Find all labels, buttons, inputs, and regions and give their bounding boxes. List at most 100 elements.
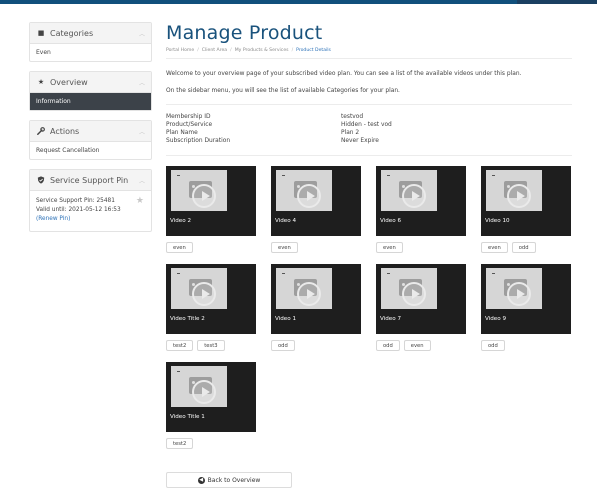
detail-value: testvod (341, 114, 364, 120)
categories-title: Categories (50, 28, 94, 38)
tag-button[interactable]: test2 (166, 340, 194, 351)
categories-panel-header[interactable]: ■ Categories ︿ (30, 23, 151, 44)
video-thumbnail[interactable]: Video Title 2 (166, 264, 256, 334)
video-title: Video Title 1 (170, 414, 205, 420)
breadcrumb-client-area[interactable]: Client Area (202, 48, 227, 53)
video-tags: even odd (481, 242, 571, 253)
tag-button[interactable]: odd (511, 242, 536, 253)
detail-label: Subscription Duration (166, 138, 231, 144)
breadcrumb-separator: / (230, 48, 232, 53)
tag-button[interactable]: test3 (197, 340, 225, 351)
tag-button[interactable]: odd (271, 340, 295, 351)
sidebar-item-even[interactable]: Even (30, 44, 151, 61)
video-thumbnail[interactable]: Video 4 (271, 166, 361, 236)
video-tags: even (271, 242, 361, 253)
support-pin-panel: Service Support Pin ︿ ★ Service Support … (29, 169, 152, 232)
video-card: Video 10 even odd (481, 166, 571, 253)
chevron-up-icon[interactable]: ︿ (139, 78, 145, 87)
placeholder-mark (492, 175, 495, 176)
video-title: Video 10 (485, 218, 510, 224)
page-title: Manage Product (166, 22, 323, 44)
back-to-overview-button[interactable]: ◀ Back to Overview (166, 472, 292, 488)
shield-icon (36, 176, 46, 184)
support-pin-panel-header[interactable]: Service Support Pin ︿ (30, 170, 151, 191)
subscription-details: Membership ID testvod Product/Service Hi… (166, 105, 572, 156)
sidebar: ■ Categories ︿ Even ★ Overview ︿ Informa… (29, 22, 152, 241)
play-icon[interactable] (507, 282, 531, 306)
breadcrumb-products[interactable]: My Products & Services (235, 48, 289, 53)
top-accent-bar (0, 0, 597, 4)
play-icon[interactable] (192, 184, 216, 208)
play-icon[interactable] (297, 282, 321, 306)
placeholder-mark (177, 175, 180, 176)
detail-label: Plan Name (166, 130, 198, 136)
video-title: Video 2 (170, 218, 192, 224)
video-card: Video 7 odd even (376, 264, 466, 351)
overview-title: Overview (50, 77, 88, 87)
support-pin-validity: Valid until: 2021-05-12 16:53 (36, 207, 121, 213)
video-card: Video 1 odd (271, 264, 361, 351)
intro-paragraph: On the sidebar menu, you will see the li… (166, 88, 400, 94)
sidebar-item-request-cancellation[interactable]: Request Cancellation (30, 142, 151, 159)
placeholder-mark (177, 371, 180, 372)
support-pin-title: Service Support Pin (50, 175, 129, 185)
video-title: Video Title 2 (170, 316, 205, 322)
play-icon[interactable] (192, 380, 216, 404)
breadcrumb-portal-home[interactable]: Portal Home (166, 48, 194, 53)
actions-panel: Actions ︿ Request Cancellation (29, 120, 152, 160)
video-card: Video 4 even (271, 166, 361, 253)
tag-button[interactable]: test2 (166, 438, 194, 449)
chevron-up-icon[interactable]: ︿ (139, 29, 145, 38)
placeholder-mark (387, 175, 390, 176)
video-tags: odd (481, 340, 571, 351)
video-thumbnail[interactable]: Video 7 (376, 264, 466, 334)
placeholder-mark (177, 273, 180, 274)
support-pin-value: Service Support Pin: 25481 (36, 198, 115, 204)
video-thumbnail[interactable]: Video 9 (481, 264, 571, 334)
star-icon: ★ (37, 78, 45, 86)
tag-button[interactable]: even (481, 242, 508, 253)
video-thumbnail[interactable]: Video Title 1 (166, 362, 256, 432)
breadcrumb: Portal Home / Client Area / My Products … (166, 48, 572, 59)
chevron-up-icon[interactable]: ︿ (139, 127, 145, 136)
actions-panel-header[interactable]: Actions ︿ (30, 121, 151, 142)
play-icon[interactable] (297, 184, 321, 208)
overview-panel-header[interactable]: ★ Overview ︿ (30, 72, 151, 93)
tag-button[interactable]: odd (376, 340, 400, 351)
actions-title: Actions (50, 126, 80, 136)
video-tags: test2 (166, 438, 256, 449)
placeholder-mark (282, 175, 285, 176)
play-icon[interactable] (192, 282, 216, 306)
chevron-up-icon[interactable]: ︿ (139, 176, 145, 185)
video-tags: even (376, 242, 466, 253)
video-thumbnail[interactable]: Video 2 (166, 166, 256, 236)
wrench-icon (36, 127, 46, 135)
play-icon[interactable] (507, 184, 531, 208)
star-icon[interactable]: ★ (136, 196, 144, 206)
tag-button[interactable]: even (271, 242, 298, 253)
video-thumbnail[interactable]: Video 6 (376, 166, 466, 236)
renew-pin-link[interactable]: (Renew Pin) (36, 215, 145, 224)
overview-panel: ★ Overview ︿ Information (29, 71, 152, 111)
video-card: Video 9 odd (481, 264, 571, 351)
detail-label: Product/Service (166, 122, 213, 128)
placeholder-mark (282, 273, 285, 274)
folder-icon: ■ (37, 29, 45, 37)
tag-button[interactable]: even (403, 340, 431, 351)
breadcrumb-separator: / (291, 48, 294, 53)
play-icon[interactable] (402, 282, 426, 306)
tag-button[interactable]: even (376, 242, 403, 253)
video-title: Video 1 (275, 316, 297, 322)
detail-value: Plan 2 (341, 130, 360, 136)
tag-button[interactable]: even (166, 242, 193, 253)
sidebar-item-information[interactable]: Information (30, 93, 151, 110)
video-tags: odd (271, 340, 361, 351)
video-thumbnail[interactable]: Video 10 (481, 166, 571, 236)
video-thumbnail[interactable]: Video 1 (271, 264, 361, 334)
breadcrumb-separator: / (197, 48, 199, 53)
video-title: Video 7 (380, 316, 402, 322)
tag-button[interactable]: odd (481, 340, 505, 351)
video-tags: even (166, 242, 256, 253)
top-accent-bar-end (517, 0, 597, 4)
play-icon[interactable] (402, 184, 426, 208)
